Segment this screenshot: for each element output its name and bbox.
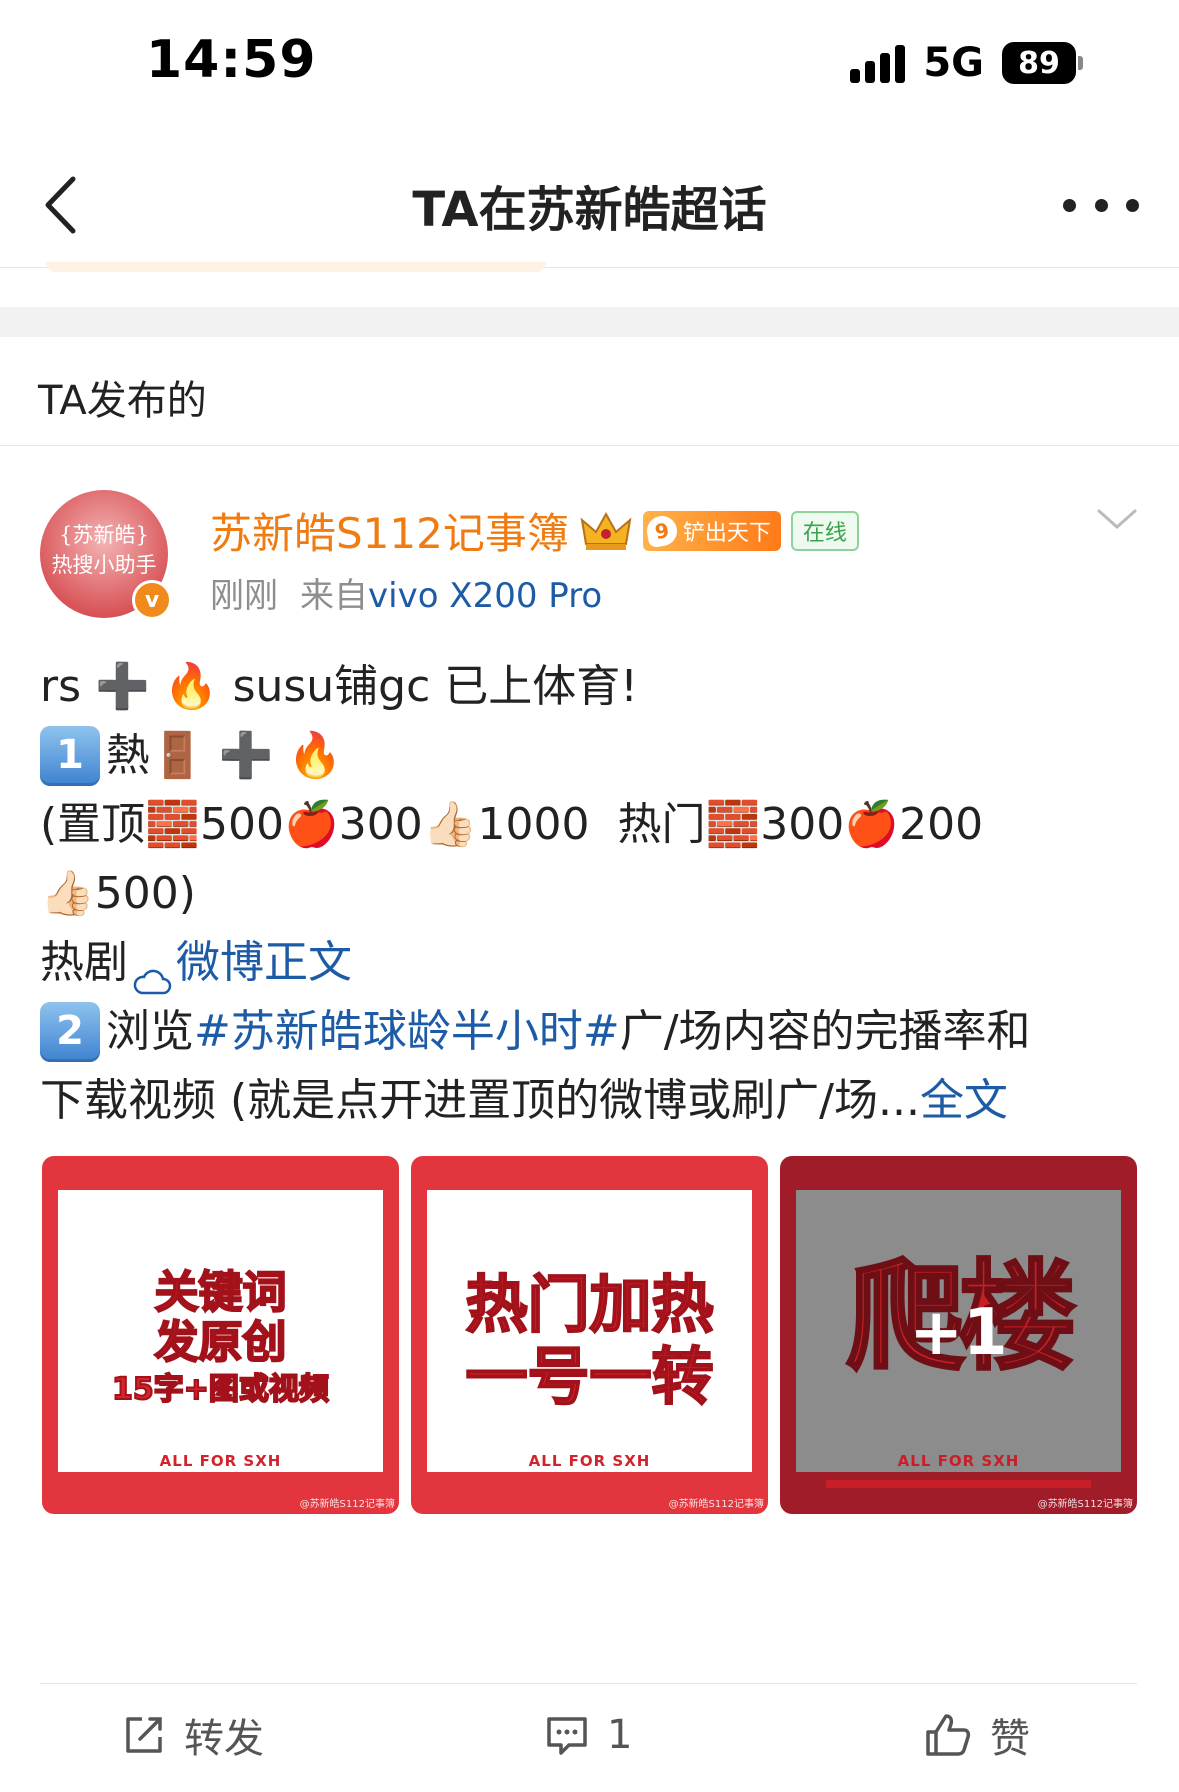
brick-icon: 🧱 (705, 798, 761, 850)
avatar-logo-text: {苏新皓} 热搜小助手 (51, 523, 157, 577)
signal-icon (850, 43, 906, 83)
image-grid: 关键词 发原创 15字+图或视频 ALL FOR SXH @苏新皓S112记事簿… (42, 1156, 1138, 1514)
status-time: 14:59 (146, 30, 317, 90)
body-line: 2 浏览 #苏新皓球龄半小时# 广/场内容的完播率和 (40, 997, 1140, 1066)
more-button[interactable] (1063, 180, 1139, 230)
divider (0, 445, 1179, 446)
apple-icon: 🍎 (283, 798, 339, 850)
collapsed-card-edge (46, 262, 546, 272)
plus-icon: ➕ (81, 660, 164, 712)
fire-icon: 🔥 (287, 729, 343, 781)
action-bar: 转发 1 赞 (0, 1700, 1179, 1770)
post-body: rs ➕ 🔥 susu铺gc 已上体育! 1 熱 🚪 ➕ 🔥 (置顶 🧱 500… (40, 652, 1140, 1135)
fan-level-badge: 9 铲出天下 (642, 510, 781, 551)
watermark: @苏新皓S112记事簿 (668, 1499, 764, 1510)
status-indicators: 5G 89 (850, 38, 1083, 88)
watermark: @苏新皓S112记事簿 (1037, 1499, 1133, 1510)
more-dot-icon (1126, 198, 1139, 212)
body-line: 👍🏻 500) (40, 867, 196, 919)
network-type: 5G (923, 40, 984, 86)
repost-button[interactable]: 转发 (122, 1700, 264, 1770)
weibo-link[interactable]: 微博正文 (176, 928, 352, 997)
comment-count: 1 (607, 1712, 633, 1758)
link-cloud-icon (132, 948, 172, 994)
crown-icon (579, 509, 633, 553)
more-dot-icon (1094, 198, 1108, 212)
brick-icon: 🧱 (145, 798, 200, 850)
section-title: TA发布的 (38, 378, 207, 424)
apple-icon: 🍎 (844, 798, 900, 850)
battery-icon: 89 (1002, 42, 1083, 84)
like-label: 赞 (990, 1716, 1030, 1762)
body-line: rs ➕ 🔥 susu铺gc 已上体育! (40, 660, 638, 712)
body-line: 热剧 微博正文 (40, 928, 1140, 997)
comment-icon (547, 1717, 587, 1755)
username[interactable]: 苏新皓S112记事簿 (210, 500, 569, 561)
repost-icon (126, 1717, 162, 1753)
watermark: @苏新皓S112记事簿 (299, 1499, 395, 1510)
status-bar: 14:59 5G 89 (0, 0, 1179, 120)
thumbs-up-icon: 👍🏻 (40, 867, 95, 919)
level-number: 9 (644, 513, 680, 548)
nav-bar: TA在苏新皓超话 (0, 140, 1179, 268)
hashtag-link[interactable]: #苏新皓球龄半小时# (194, 997, 620, 1066)
keycap-number-icon: 2 (40, 1001, 100, 1062)
read-more-link[interactable]: 全文 (920, 1066, 1008, 1135)
battery-level: 89 (1002, 42, 1076, 84)
door-icon: 🚪 (150, 729, 219, 781)
thumbs-up-icon: 👍🏻 (422, 798, 478, 850)
source-prefix: 来自 (300, 576, 368, 616)
more-dot-icon (1063, 198, 1076, 212)
body-line: 下载视频 (就是点开进置顶的微博或刷广/场... 全文 (40, 1066, 1140, 1135)
divider (40, 1683, 1137, 1684)
post-time: 刚刚 (210, 576, 278, 616)
post-meta: 刚刚 来自vivo X200 Pro (210, 568, 602, 617)
plus-icon: ➕ (218, 729, 288, 781)
section-separator (0, 307, 1179, 337)
verified-badge-icon: v (132, 580, 172, 620)
level-label: 铲出天下 (682, 520, 771, 546)
online-badge: 在线 (790, 510, 859, 551)
post-image[interactable]: 热门加热 一号一转 ALL FOR SXH @苏新皓S112记事簿 (411, 1156, 768, 1514)
thumbs-up-icon (926, 1714, 971, 1756)
repost-label: 转发 (184, 1716, 264, 1762)
page-title: TA在苏新皓超话 (412, 182, 767, 238)
post-image[interactable]: 爬楼 +1 ALL FOR SXH @苏新皓S112记事簿 (780, 1156, 1137, 1514)
device-name: vivo X200 Pro (368, 576, 603, 616)
like-button[interactable]: 赞 (924, 1700, 1030, 1770)
body-line: 1 熱 🚪 ➕ 🔥 (40, 721, 1140, 790)
fire-icon: 🔥 (163, 660, 233, 712)
chevron-down-icon[interactable] (1095, 505, 1139, 535)
username-row: 苏新皓S112记事簿 9 铲出天下 在线 (210, 500, 859, 561)
post-image[interactable]: 关键词 发原创 15字+图或视频 ALL FOR SXH @苏新皓S112记事簿 (42, 1156, 399, 1514)
keycap-number-icon: 1 (40, 725, 100, 786)
comment-button[interactable]: 1 (545, 1700, 632, 1770)
body-line: (置顶 🧱 500 🍎 300 👍🏻 1000 热门 🧱 300 🍎 200 (40, 798, 984, 850)
